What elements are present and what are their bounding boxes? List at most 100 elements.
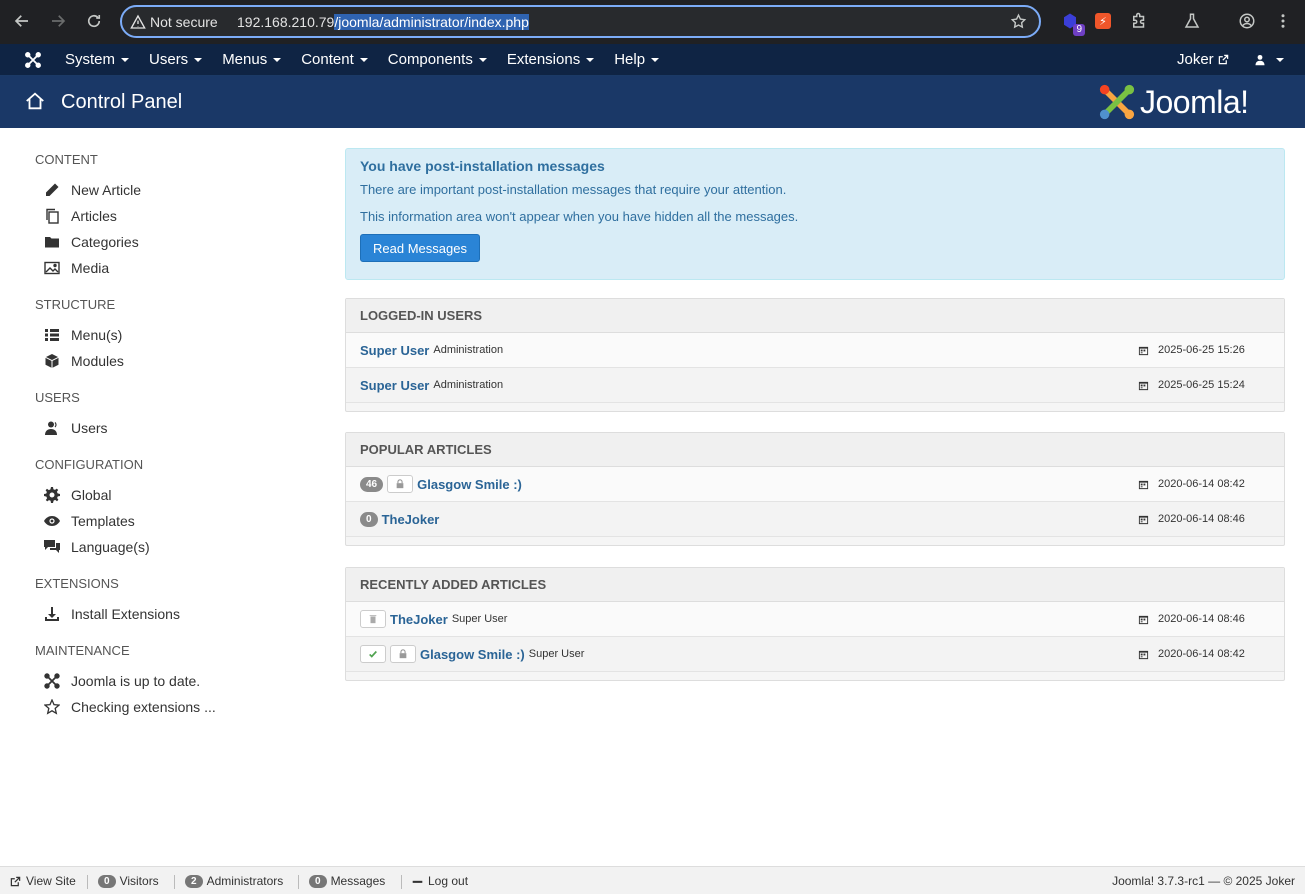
- read-messages-button[interactable]: Read Messages: [360, 234, 480, 262]
- administrators-count: 2: [185, 874, 203, 888]
- table-row: TheJoker Super User 2020-06-14 08:46: [346, 602, 1284, 637]
- table-row: Super User Administration 2025-06-25 15:…: [346, 368, 1284, 403]
- article-link[interactable]: TheJoker: [382, 512, 440, 527]
- section-heading-configuration: CONFIGURATION: [35, 457, 144, 472]
- reload-button[interactable]: [82, 9, 106, 33]
- article-date: 2020-06-14 08:46: [1138, 513, 1245, 525]
- sidebar-item-modules[interactable]: Modules: [43, 353, 124, 369]
- forward-button[interactable]: [46, 9, 70, 33]
- eye-icon: [43, 513, 61, 529]
- messages-link[interactable]: 0 Messages: [309, 874, 385, 888]
- menu-system-label: System: [65, 51, 116, 68]
- panel-heading: RECENTLY ADDED ARTICLES: [346, 568, 1284, 602]
- menu-users[interactable]: Users: [149, 51, 203, 68]
- calendar-icon: [1138, 381, 1149, 390]
- sidebar-item-menus[interactable]: Menu(s): [43, 327, 122, 343]
- menu-help[interactable]: Help: [614, 51, 660, 68]
- sidebar-item-label: Language(s): [71, 539, 150, 555]
- sidebar-item-label: Modules: [71, 353, 124, 369]
- administrators-link[interactable]: 2 Administrators: [185, 874, 283, 888]
- stack-icon: [43, 208, 61, 224]
- puzzle-icon: [1133, 12, 1145, 28]
- bookmark-button[interactable]: [1010, 13, 1027, 33]
- user-menu[interactable]: [1254, 54, 1284, 66]
- sidebar-item-templates[interactable]: Templates: [43, 513, 135, 529]
- lock-icon: [396, 479, 404, 489]
- extension-purple[interactable]: 9: [1059, 10, 1085, 36]
- sidebar-item-label: Install Extensions: [71, 606, 180, 622]
- labs-button[interactable]: [1181, 10, 1203, 32]
- sidebar-item-articles[interactable]: Articles: [43, 208, 117, 224]
- status-trashed-button[interactable]: [360, 610, 386, 628]
- panel-footer: [346, 672, 1284, 680]
- menu-components[interactable]: Components: [388, 51, 487, 68]
- star-icon: [43, 699, 61, 715]
- visitors-link[interactable]: 0 Visitors: [98, 874, 159, 888]
- site-link[interactable]: Joker: [1177, 51, 1229, 68]
- cube-icon: [43, 353, 61, 369]
- profile-button[interactable]: [1236, 10, 1258, 32]
- sidebar-item-media[interactable]: Media: [43, 260, 109, 276]
- pencil-icon: [43, 182, 61, 198]
- caret-down-icon: [586, 57, 595, 62]
- caret-down-icon: [651, 57, 660, 62]
- extension-orange[interactable]: ⚡: [1092, 10, 1114, 32]
- user-icon: [1255, 54, 1265, 65]
- date-text: 2025-06-25 15:26: [1158, 344, 1245, 356]
- logout-link[interactable]: Log out: [412, 874, 468, 888]
- caret-down-icon: [273, 57, 282, 62]
- divider: [401, 875, 402, 889]
- menu-extensions[interactable]: Extensions: [506, 51, 595, 68]
- article-link[interactable]: Glasgow Smile :): [417, 477, 522, 492]
- sidebar-item-global[interactable]: Global: [43, 487, 111, 503]
- security-indicator[interactable]: Not secure: [130, 14, 218, 30]
- sidebar-item-label: Articles: [71, 208, 117, 224]
- checkin-button[interactable]: [390, 645, 416, 663]
- folder-icon: [43, 234, 61, 250]
- hits-badge: 0: [360, 511, 378, 527]
- minus-icon: [412, 880, 423, 883]
- sidebar-item-label: Templates: [71, 513, 135, 529]
- sidebar-item-users[interactable]: Users: [43, 420, 108, 436]
- address-bar[interactable]: Not secure 192.168.210.79/joomla/adminis…: [120, 5, 1041, 38]
- user-link[interactable]: Super User: [360, 378, 429, 393]
- extensions-button[interactable]: [1128, 10, 1150, 32]
- back-button[interactable]: [10, 9, 34, 33]
- calendar-icon: [1138, 346, 1149, 355]
- popular-articles-panel: POPULAR ARTICLES 46 Glasgow Smile :) 202…: [345, 432, 1285, 546]
- article-link[interactable]: TheJoker: [390, 612, 448, 627]
- article-author: Super User: [451, 613, 508, 625]
- sidebar-item-joomla-update[interactable]: Joomla is up to date.: [43, 673, 200, 689]
- date-text: 2020-06-14 08:42: [1158, 648, 1245, 660]
- divider: [87, 875, 88, 889]
- post-install-alert: You have post-installation messages Ther…: [345, 148, 1285, 280]
- menu-components-label: Components: [387, 51, 473, 68]
- sidebar-item-install-extensions[interactable]: Install Extensions: [43, 606, 180, 622]
- view-site-link[interactable]: View Site: [10, 874, 76, 888]
- table-row: Super User Administration 2025-06-25 15:…: [346, 333, 1284, 368]
- sidebar-item-languages[interactable]: Language(s): [43, 539, 150, 555]
- sidebar-item-label: New Article: [71, 182, 142, 198]
- browser-menu-button[interactable]: [1272, 10, 1294, 32]
- sidebar-item-categories[interactable]: Categories: [43, 234, 139, 250]
- menu-content[interactable]: Content: [301, 51, 368, 68]
- sidebar-item-label: Media: [71, 260, 110, 276]
- menu-extensions-label: Extensions: [506, 51, 581, 68]
- sidebar-item-checking-extensions[interactable]: Checking extensions ...: [43, 699, 216, 715]
- url-host: 192.168.210.79: [237, 13, 335, 30]
- status-published-button[interactable]: [360, 645, 386, 663]
- arrow-left-icon: [14, 15, 28, 27]
- alert-text-2: This information area won't appear when …: [360, 209, 799, 224]
- url-text[interactable]: 192.168.210.79/joomla/administrator/inde…: [237, 13, 529, 30]
- calendar-icon: [1138, 480, 1149, 489]
- sidebar-item-new-article[interactable]: New Article: [43, 182, 141, 198]
- menu-menus[interactable]: Menus: [222, 51, 282, 68]
- visitors-count: 0: [98, 874, 116, 888]
- panel-heading: LOGGED-IN USERS: [346, 299, 1284, 333]
- article-link[interactable]: Glasgow Smile :): [420, 647, 525, 662]
- checkin-button[interactable]: [387, 475, 414, 493]
- joomla-icon[interactable]: [24, 51, 42, 69]
- user-link[interactable]: Super User: [360, 343, 429, 358]
- caret-down-icon: [121, 57, 130, 62]
- menu-system[interactable]: System: [65, 51, 130, 68]
